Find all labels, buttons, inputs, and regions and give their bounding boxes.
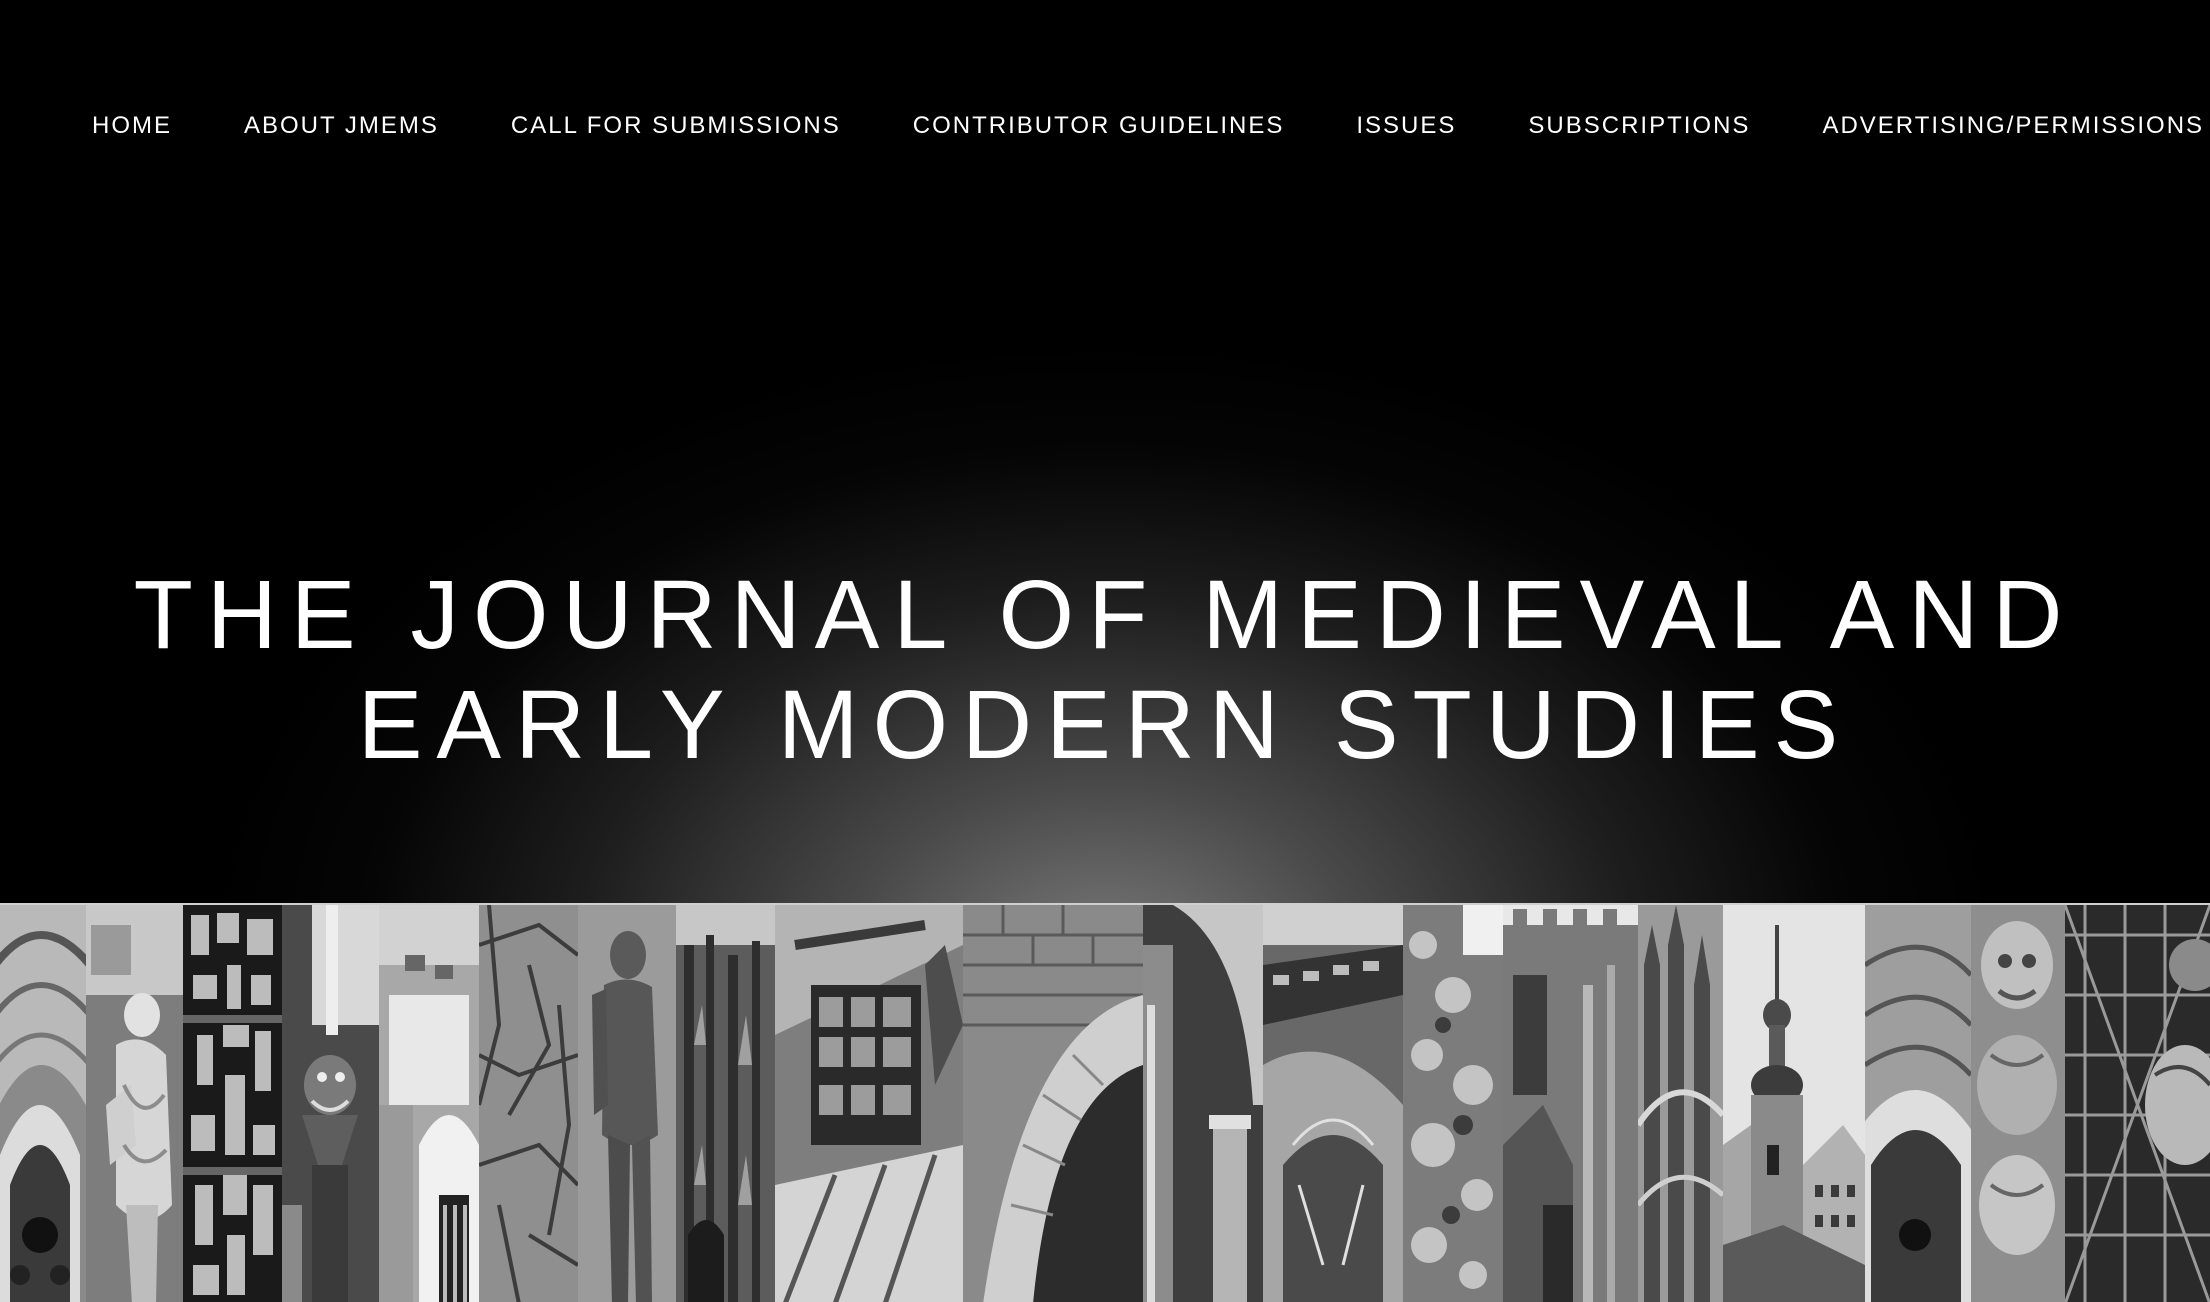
- site-title-line-2: EARLY MODERN STUDIES: [357, 670, 1853, 779]
- cathedral-spire-image: [676, 905, 775, 1302]
- stained-glass-image: [183, 905, 282, 1302]
- building-facade-image: [379, 905, 479, 1302]
- page: HOME ABOUT JMEMS CALL FOR SUBMISSIONS CO…: [0, 0, 2210, 1302]
- nav-item-issues[interactable]: ISSUES: [1356, 104, 1456, 148]
- ornamental-metalwork-image: [2065, 905, 2210, 1302]
- nav-item-advertising-permissions[interactable]: ADVERTISING/PERMISSIONS: [1822, 104, 2204, 148]
- nav-item-subscriptions[interactable]: SUBSCRIPTIONS: [1528, 104, 1750, 148]
- nav-item-about-jmems[interactable]: ABOUT JMEMS: [244, 104, 439, 148]
- site-title-line-1: THE JOURNAL OF MEDIEVAL AND: [133, 560, 2077, 669]
- nav-item-contributor-guidelines[interactable]: CONTRIBUTOR GUIDELINES: [913, 104, 1285, 148]
- gothic-pinnacle-image: [1638, 905, 1723, 1302]
- church-steeple-image: [1723, 905, 1865, 1302]
- ornate-facade-image: [1263, 905, 1403, 1302]
- site-title: THE JOURNAL OF MEDIEVAL AND EARLY MODERN…: [0, 560, 2210, 780]
- gothic-arch-image: [0, 905, 86, 1302]
- main-nav: HOME ABOUT JMEMS CALL FOR SUBMISSIONS CO…: [92, 104, 2204, 148]
- tower-battlement-image: [1503, 905, 1638, 1302]
- gargoyle-image: [282, 905, 379, 1302]
- architecture-collage: [0, 903, 2210, 1302]
- stone-arch-image: [963, 905, 1143, 1302]
- arched-doorway-image: [1865, 905, 1971, 1302]
- carved-figure-image: [1971, 905, 2065, 1302]
- column-arch-image: [1143, 905, 1263, 1302]
- timber-window-image: [775, 905, 963, 1302]
- carved-relief-image: [1403, 905, 1503, 1302]
- nav-item-home[interactable]: HOME: [92, 104, 172, 148]
- nav-item-call-for-submissions[interactable]: CALL FOR SUBMISSIONS: [511, 104, 841, 148]
- stone-relief-image: [479, 905, 578, 1302]
- female-statue-image: [86, 905, 183, 1302]
- bronze-statue-image: [578, 905, 676, 1302]
